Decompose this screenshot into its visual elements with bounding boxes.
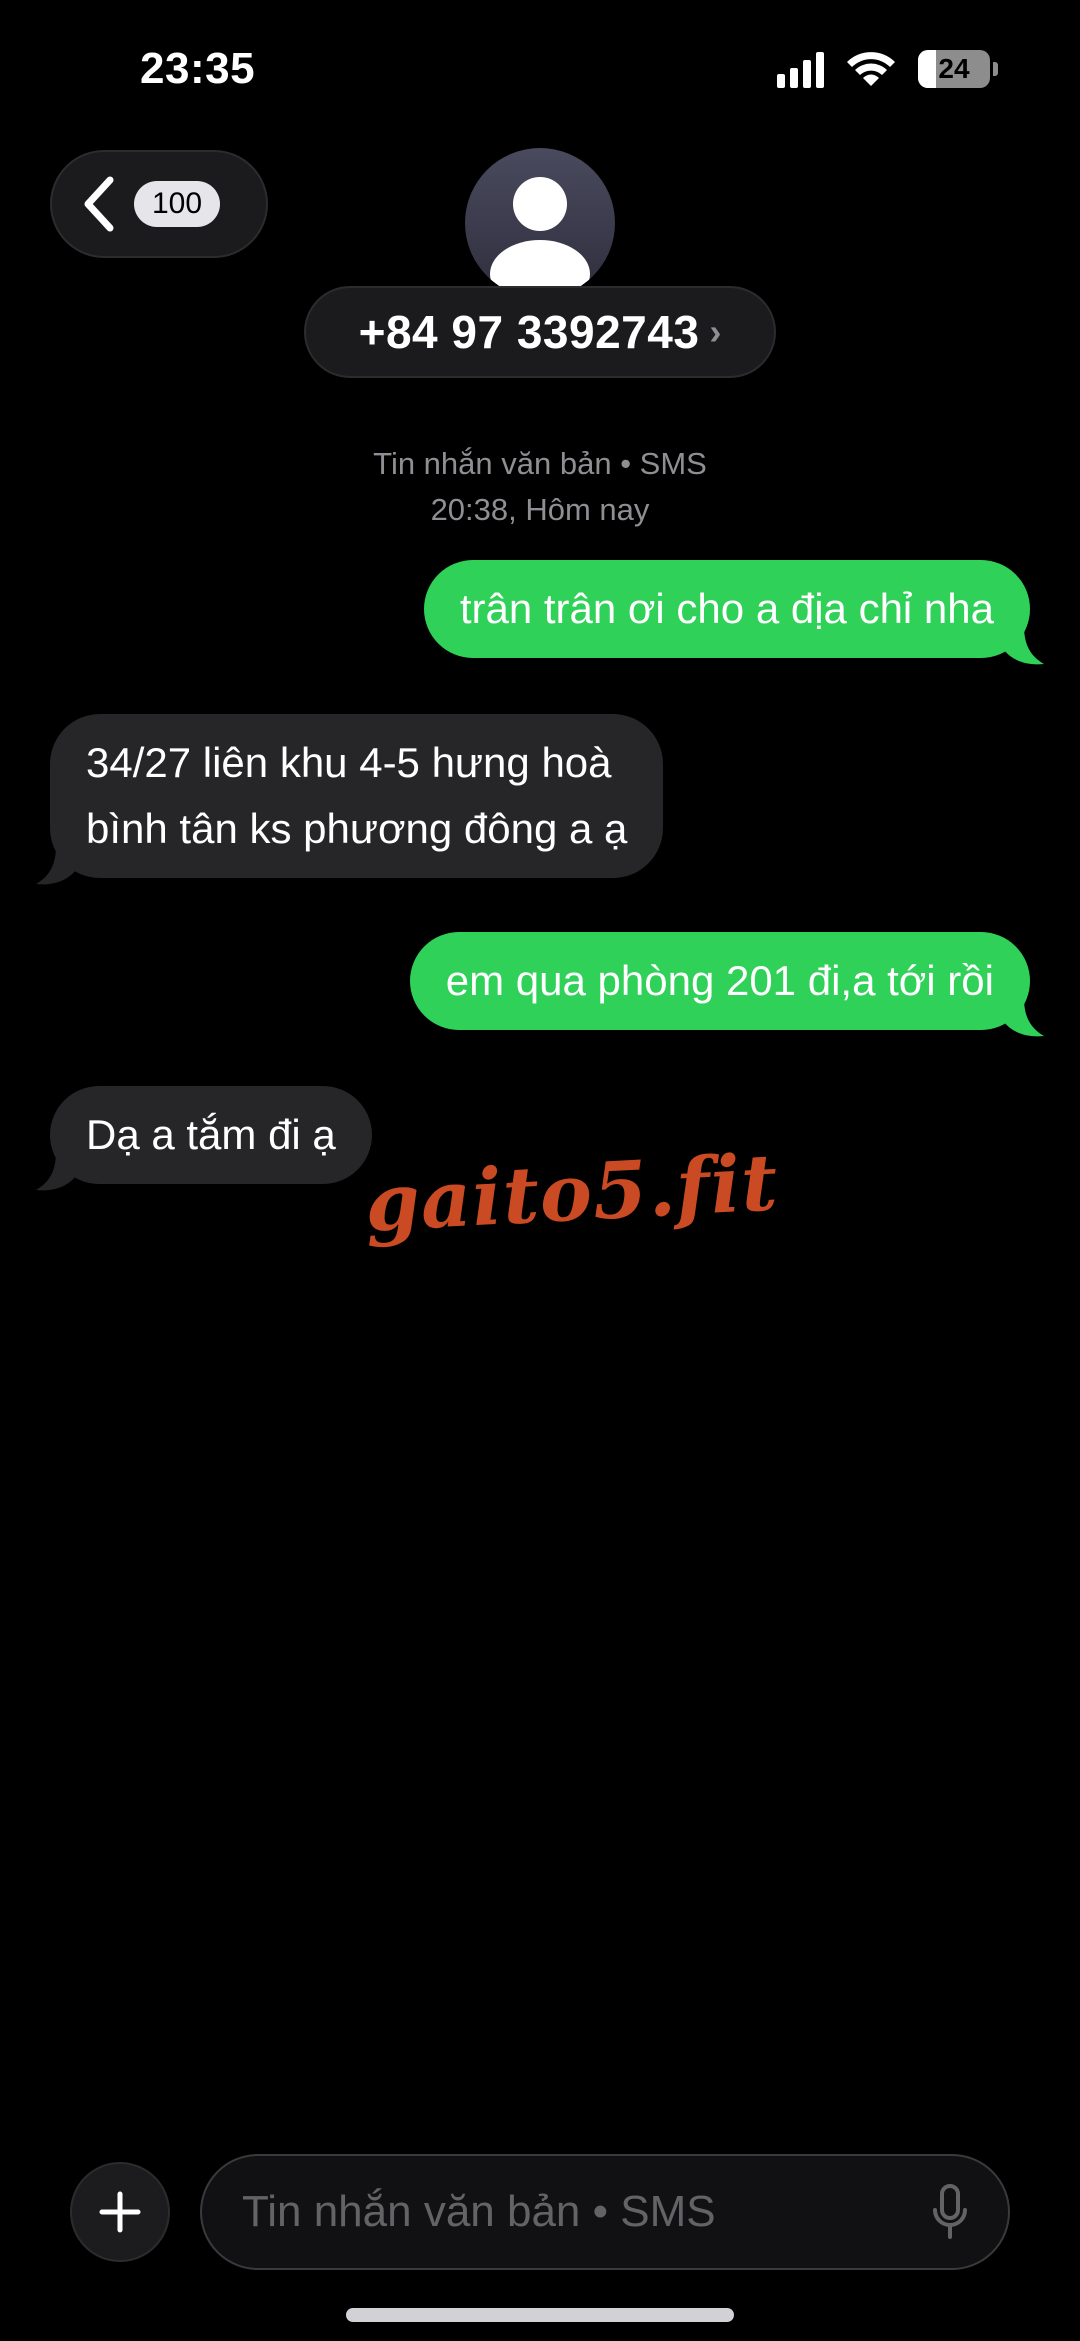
watermark-text: gaito5.fit [362, 1137, 781, 1250]
status-time: 23:35 [140, 44, 256, 93]
back-chevron-icon [84, 176, 114, 232]
microphone-icon [933, 2184, 967, 2239]
message-bubble-outgoing[interactable]: trân trân ơi cho a địa chỉ nha [423, 560, 1044, 665]
unread-count-badge: 100 [134, 181, 221, 227]
message-text-line: 34/27 liên khu 4-5 hưng hoà [86, 739, 612, 786]
message-text: trân trân ơi cho a địa chỉ nha [459, 585, 994, 632]
contact-name-button[interactable]: +84 97 3392743 › [304, 286, 776, 378]
message-bubble-outgoing[interactable]: em qua phòng 201 đi,a tới rồi [409, 932, 1044, 1037]
message-input-container[interactable] [200, 2154, 1010, 2270]
thread-timestamp: 20:38, Hôm nay [430, 492, 650, 527]
status-icons: 24 [777, 50, 998, 88]
chevron-right-icon: › [709, 311, 722, 352]
plus-icon [99, 2191, 141, 2233]
home-indicator[interactable] [346, 2308, 734, 2322]
microphone-button[interactable] [928, 2182, 972, 2242]
message-bubble-incoming[interactable]: Dạ a tắm đi ạ [36, 1086, 372, 1191]
thread-channel-label: Tin nhắn văn bản • SMS [373, 446, 707, 481]
add-attachment-button[interactable] [70, 2162, 170, 2262]
message-input[interactable] [242, 2187, 928, 2237]
message-text: Dạ a tắm đi ạ [86, 1111, 336, 1158]
signal-icon [777, 50, 824, 88]
bubble-tail [1004, 626, 1044, 665]
contact-avatar-icon[interactable] [465, 148, 615, 298]
wifi-icon [847, 52, 895, 86]
bubble-tail [1004, 998, 1044, 1037]
message-bubble-incoming[interactable]: 34/27 liên khu 4-5 hưng hoà bình tân ks … [36, 714, 664, 885]
bubble-tail [36, 1152, 76, 1191]
battery-percent: 24 [938, 53, 970, 84]
messages-screen: 23:35 24 100 +84 97 3392743 › Tin nhắn v… [0, 0, 1080, 2341]
back-button[interactable]: 100 [50, 150, 268, 258]
contact-number: +84 97 3392743 [358, 306, 700, 358]
bubble-tail [36, 846, 76, 885]
battery-icon: 24 [918, 50, 998, 88]
message-text: em qua phòng 201 đi,a tới rồi [445, 957, 994, 1004]
message-text-line: bình tân ks phương đông a ạ [86, 805, 628, 852]
